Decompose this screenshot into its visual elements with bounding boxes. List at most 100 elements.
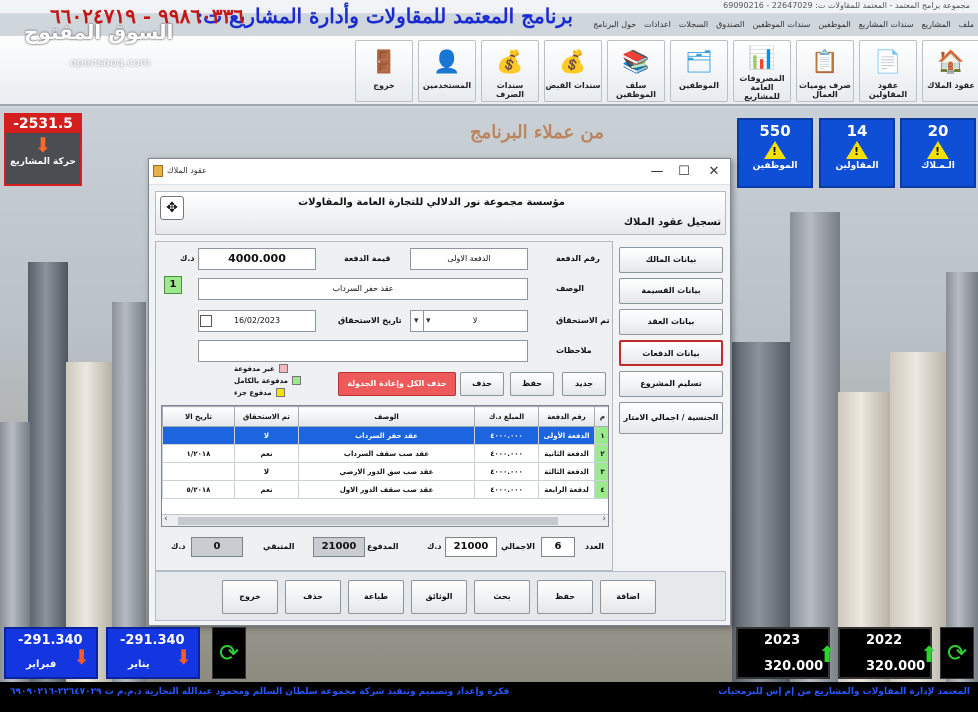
payments-grid[interactable]: م رقم الدفعة المبلغ د.ك الوصف تم الاستحقاق تا… [161, 405, 609, 527]
legend-label: مدفوعة بالكامل [234, 376, 288, 385]
remaining-label: المتبقي [263, 542, 295, 551]
year-tile-2022[interactable]: 2022 320.000 ⬆ [838, 627, 938, 679]
year-2022-amount: 320.000 [866, 659, 926, 674]
footer-button[interactable]: بحث [474, 580, 530, 614]
toolbar-button[interactable]: 👤 المستخدمين [418, 40, 476, 102]
nav-button[interactable]: بيانات القسيمة [619, 278, 723, 304]
building-image [790, 212, 840, 682]
grid-column-header[interactable]: رقم الدفعة [538, 406, 595, 427]
toolbar-button[interactable]: 💰 سندات الصرف [481, 40, 539, 102]
close-button[interactable]: ✕ [701, 162, 727, 182]
employees-tile[interactable]: 550 ! الموظفين [737, 118, 813, 188]
payment-no-label: رقم الدفعة [556, 254, 600, 263]
menu-item[interactable]: سندات المشاريع [859, 20, 914, 29]
table-row[interactable]: ١ الدفعة الأولى ٤٠٠٠.٠٠٠ عقد حفر السرداب لا [162, 426, 608, 445]
contractors-label: المقاولين [835, 161, 879, 171]
table-cell: ٤٠٠٠.٠٠٠ [474, 480, 539, 499]
footer-button[interactable]: طباعة [348, 580, 404, 614]
grid-column-header[interactable]: المبلغ د.ك [474, 406, 539, 427]
due-date-checkbox[interactable] [200, 315, 212, 327]
menu-item[interactable]: اعدادات [644, 20, 671, 29]
refresh-icon[interactable]: ⟳ [940, 627, 974, 679]
up-arrow-icon: ⬆ [920, 643, 939, 668]
notes-field[interactable] [198, 340, 528, 362]
owners-tile[interactable]: 20 ! الـمـلاك [900, 118, 976, 188]
delete-all-reschedule-button[interactable]: حذف الكل وإعادة الجدولة [338, 372, 456, 396]
maximize-button[interactable]: ☐ [671, 162, 697, 182]
menu-item[interactable]: ملف [959, 20, 974, 29]
menu-item[interactable]: حول البرنامج [593, 20, 636, 29]
scroll-right-icon[interactable]: › [602, 514, 606, 524]
footer-button[interactable]: حفظ [537, 580, 593, 614]
delete-button[interactable]: حذف [460, 372, 504, 396]
due-date-picker[interactable]: 16/02/2023 [198, 310, 316, 332]
toolbar-button[interactable]: 🏠 عقود الملاك [922, 40, 978, 102]
menu-item[interactable]: الموظفين [818, 20, 850, 29]
projects-movement-tile[interactable]: -2531.5 ⬇ حركة المشاريع [4, 113, 82, 186]
menu-item[interactable]: السجلات [679, 20, 708, 29]
menu-list: ملف المشاريع سندات المشاريع الموظفين سندات ا… [593, 20, 974, 29]
toolbar-button[interactable]: 🗂 الموظفين [670, 40, 728, 102]
move-icon[interactable]: ✥ [160, 196, 184, 220]
toolbar-button[interactable]: 📋 صرف يوميات العمال [796, 40, 854, 102]
table-row[interactable]: ٤ لدفعة الرابعة ٤٠٠٠.٠٠٠ عقد صب سقف الدور ا… [162, 480, 608, 499]
nav-button[interactable]: بيانات المالك [619, 247, 723, 273]
footer-button[interactable]: خروج [222, 580, 278, 614]
toolbar-button-label: خروج [373, 81, 395, 90]
down-arrow-icon: ⬇ [73, 645, 90, 669]
toolbar-button[interactable]: 📄 عقود المقاولين [859, 40, 917, 102]
dialog-subtitle: تسجيل عقود الملاك [623, 217, 721, 228]
table-cell [162, 462, 235, 481]
table-row[interactable]: ٣ الدفعة الثالثة ٤٠٠٠.٠٠٠ عقد صب سق الدور ا… [162, 462, 608, 481]
table-cell: نعم [234, 444, 299, 463]
due-select[interactable]: لا [422, 310, 528, 332]
toolbar-button[interactable]: 📊 المصروفات العامة للمشاريع [733, 40, 791, 102]
dialog-header: ✥ مؤسسة مجموعة نور الدلالي للتجارة العام… [155, 191, 726, 235]
save-button[interactable]: حفظ [510, 372, 554, 396]
grid-column-header[interactable]: م [594, 406, 608, 427]
grid-column-header[interactable]: الوصف [298, 406, 475, 427]
footer-button[interactable]: اضافة [600, 580, 656, 614]
toolbar-button-label: سندات الصرف [496, 81, 524, 99]
scrollbar-thumb[interactable] [178, 517, 558, 525]
nav-button[interactable]: الجنسية / اجمالي الامتار [619, 402, 723, 434]
contract-icon: 📄 [874, 49, 902, 75]
nav-button[interactable]: بيانات الدفعات [619, 340, 723, 366]
scroll-left-icon[interactable]: ‹ [164, 514, 168, 524]
contractors-count: 14 [846, 122, 868, 140]
table-cell: ٥/٢٠١٨ [162, 480, 235, 499]
toolbar-button[interactable]: 📚 سلف الموظفين [607, 40, 665, 102]
nav-button[interactable]: تسليم المشروع [619, 371, 723, 397]
minimize-button[interactable]: — [644, 162, 670, 182]
description-field[interactable]: عقد حفر السرداب [198, 278, 528, 300]
nav-button[interactable]: بيانات العقد [619, 309, 723, 335]
customers-caption: من عملاء البرنامج [470, 122, 604, 143]
year-2023-label: 2023 [764, 633, 801, 648]
due-dropdown-arrow[interactable] [410, 310, 424, 332]
table-cell: ٤٠٠٠.٠٠٠ [474, 444, 539, 463]
footer-button[interactable]: الوثائق [411, 580, 467, 614]
month-tile-february[interactable]: -291.340 فبراير ⬇ [4, 627, 98, 679]
table-row[interactable]: ٢ الدفعة الثانية ٤٠٠٠.٠٠٠ عقد صب سقف السردا… [162, 444, 608, 463]
dialog-titlebar[interactable]: عقود الملاك — ☐ ✕ [149, 159, 730, 185]
building-image [112, 302, 146, 682]
contractors-tile[interactable]: 14 ! المقاولين [819, 118, 895, 188]
grid-column-header[interactable]: تم الاستحقاق [234, 406, 299, 427]
warning-icon: ! [764, 141, 786, 159]
table-cell: عقد حفر السرداب [298, 426, 475, 445]
month-tile-january[interactable]: -291.340 يناير ⬇ [106, 627, 200, 679]
payment-no-field[interactable]: الدفعة الاولى [410, 248, 528, 270]
refresh-icon[interactable]: ⟳ [212, 627, 246, 679]
table-cell: الدفعة الأولى [538, 426, 595, 445]
menu-item[interactable]: سندات الموظفين [752, 20, 810, 29]
menu-item[interactable]: المشاريع [922, 20, 951, 29]
year-tile-2023[interactable]: 2023 320.000 ⬆ [736, 627, 836, 679]
payment-value-field[interactable]: 4000.000 [198, 248, 316, 270]
horizontal-scrollbar[interactable]: ‹ › [162, 514, 608, 526]
toolbar-button[interactable]: 💰 سندات القبض [544, 40, 602, 102]
menu-item[interactable]: الصندوق [716, 20, 744, 29]
new-button[interactable]: جديد [562, 372, 606, 396]
toolbar-button[interactable]: 🚪 خروج [355, 40, 413, 102]
grid-column-header[interactable]: تاريخ الا [162, 406, 235, 427]
footer-button[interactable]: حذف [285, 580, 341, 614]
